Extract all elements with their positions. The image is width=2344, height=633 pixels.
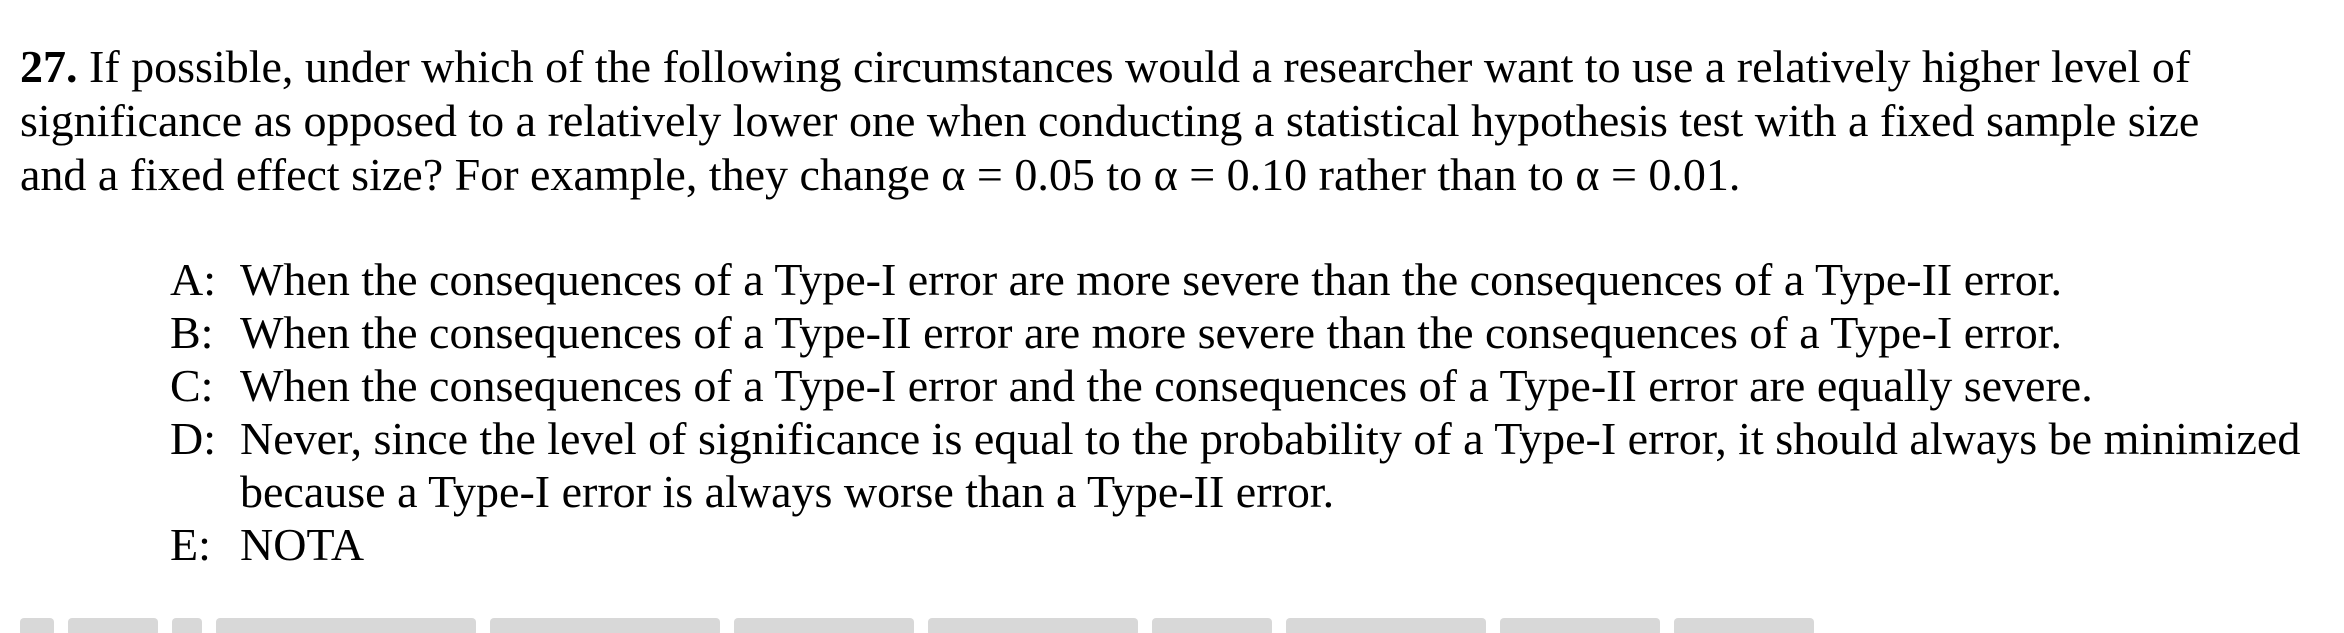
choice-letter: E: xyxy=(170,519,211,570)
choice-text: Never, since the level of significance i… xyxy=(240,413,2301,517)
cutoff-text-fragments xyxy=(20,610,1814,633)
cutoff-fragment xyxy=(734,618,914,633)
choice-letter: B: xyxy=(170,307,214,358)
choice-c: C: When the consequences of a Type-I err… xyxy=(170,359,2320,412)
cutoff-fragment xyxy=(928,618,1138,633)
next-question-cutoff xyxy=(20,610,2220,633)
cutoff-fragment xyxy=(172,618,202,633)
cutoff-fragment xyxy=(216,618,476,633)
choice-text: When the consequences of a Type-II error… xyxy=(240,307,2063,358)
cutoff-fragment xyxy=(1500,618,1660,633)
choice-a: A: When the consequences of a Type-I err… xyxy=(170,253,2320,306)
choice-e: E: NOTA xyxy=(170,518,2320,571)
choice-d: D: Never, since the level of significanc… xyxy=(170,412,2320,518)
cutoff-fragment xyxy=(1674,618,1814,633)
choice-text: NOTA xyxy=(240,519,365,570)
choice-letter: C: xyxy=(170,360,214,411)
cutoff-fragment xyxy=(1286,618,1486,633)
choice-text: When the consequences of a Type-I error … xyxy=(240,360,2093,411)
cutoff-fragment xyxy=(1152,618,1272,633)
question-text: If possible, under which of the followin… xyxy=(20,41,2200,200)
answer-choices: A: When the consequences of a Type-I err… xyxy=(170,253,2320,571)
question-27: 27. If possible, under which of the foll… xyxy=(20,40,2220,202)
choice-letter: D: xyxy=(170,413,216,464)
cutoff-fragment xyxy=(20,618,54,633)
cutoff-fragment xyxy=(68,618,158,633)
cutoff-fragment xyxy=(490,618,720,633)
choice-b: B: When the consequences of a Type-II er… xyxy=(170,306,2320,359)
choice-text: When the consequences of a Type-I error … xyxy=(240,254,2063,305)
question-number: 27. xyxy=(20,41,78,92)
choice-letter: A: xyxy=(170,254,216,305)
